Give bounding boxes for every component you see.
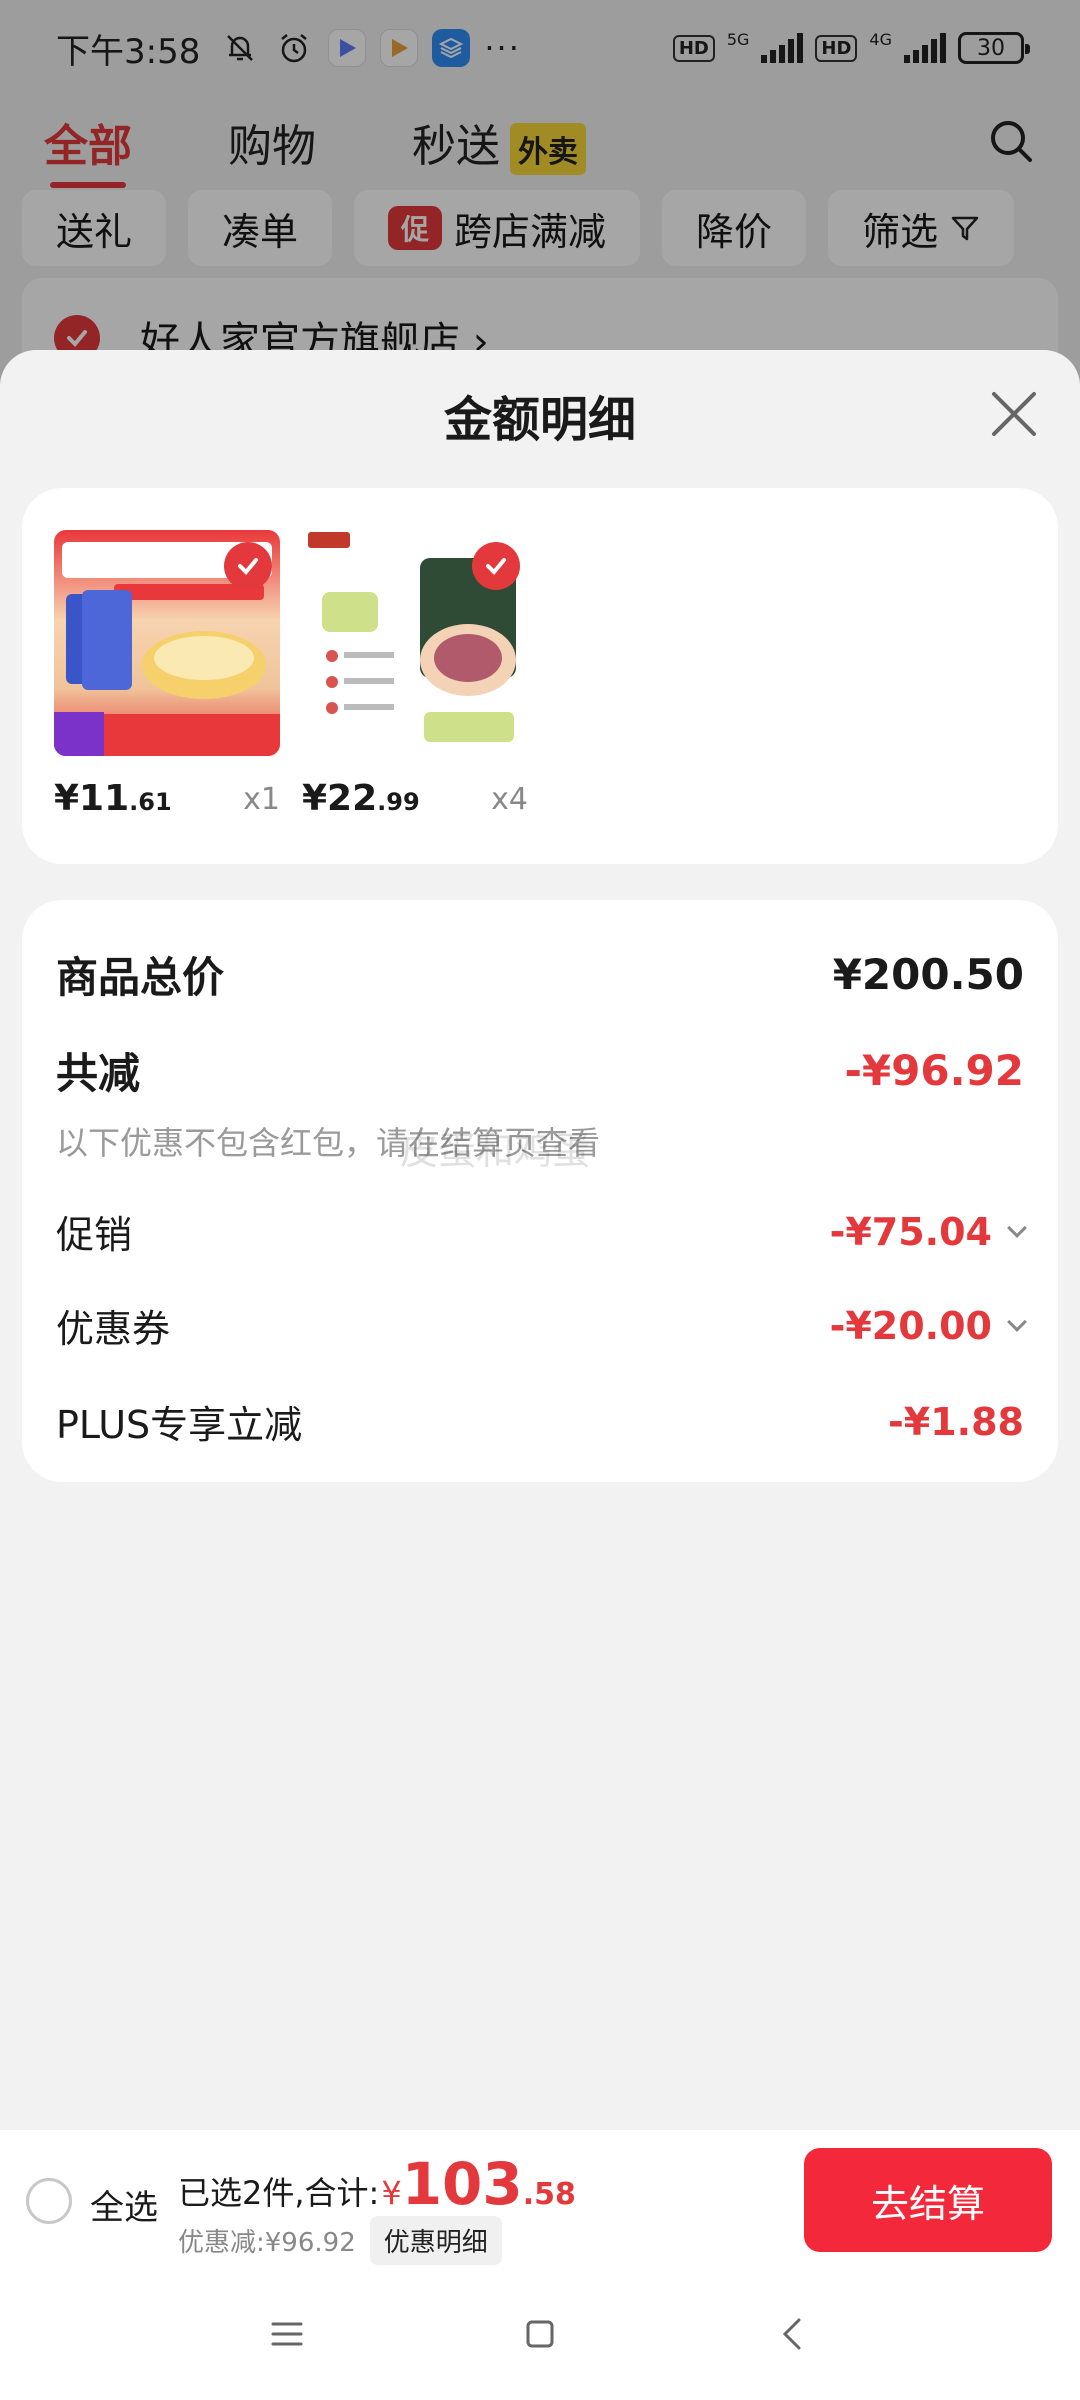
product-item[interactable]: ¥22.99 x4 — [302, 530, 528, 819]
total-currency: ¥ — [381, 2174, 402, 2212]
product-check-icon[interactable] — [472, 542, 520, 590]
sheet-title: 金额明细 — [443, 392, 636, 448]
total-reduce-value: -¥96.92 — [844, 1046, 1024, 1095]
selected-count-text: 已选2件,合计: — [178, 2174, 380, 2212]
discount-text: 优惠减:¥96.92 — [178, 2228, 356, 2258]
total-reduce-row: 共减 -¥96.92 — [56, 1040, 1024, 1101]
total-int: 103 — [401, 2150, 523, 2218]
select-all-label[interactable]: 全选 — [90, 2180, 158, 2229]
product-check-icon[interactable] — [224, 542, 272, 590]
discount-detail-button[interactable]: 优惠明细 — [369, 2216, 502, 2265]
product-price-int: ¥11 — [54, 778, 130, 819]
promotion-value[interactable]: -¥75.04 — [829, 1209, 1027, 1254]
watermark: 皮蛋和鸡蛋 — [400, 1129, 591, 1173]
price-summary-card: 商品总价 ¥200.50 共减 -¥96.92 以下优惠不包含红包，请在结算页查… — [22, 900, 1058, 1482]
total-line: 已选2件,合计: ¥ 103 .58 — [178, 2150, 576, 2218]
promotion-label: 促销 — [56, 1213, 133, 1257]
promotion-row[interactable]: 促销 -¥75.04 — [56, 1204, 1027, 1259]
goods-total-row: 商品总价 ¥200.50 — [56, 944, 1024, 1005]
plus-row: PLUS专享立减 -¥1.88 — [56, 1394, 1024, 1449]
plus-value: -¥1.88 — [888, 1399, 1024, 1444]
coupon-value[interactable]: -¥20.00 — [829, 1303, 1027, 1348]
goods-total-value: ¥200.50 — [832, 950, 1024, 999]
total-reduce-label: 共减 — [56, 1049, 141, 1098]
product-price: ¥22.99 — [302, 778, 420, 819]
product-card: ¥11.61 x1 ¥22.99 x4 — [22, 488, 1058, 864]
menu-icon[interactable] — [263, 2310, 311, 2358]
product-price: ¥11.61 — [54, 778, 172, 819]
close-icon[interactable] — [988, 388, 1040, 440]
promotion-value-text: -¥75.04 — [829, 1209, 992, 1254]
home-icon[interactable] — [516, 2310, 564, 2358]
product-item[interactable]: ¥11.61 x1 — [54, 530, 280, 819]
back-icon[interactable] — [769, 2310, 817, 2358]
coupon-label: 优惠券 — [56, 1307, 171, 1351]
product-image[interactable] — [302, 530, 528, 756]
product-price-dec: .61 — [129, 788, 172, 816]
checkout-bar: 全选 已选2件,合计: ¥ 103 .58 优惠减:¥96.92 优惠明细 去结… — [0, 2130, 1080, 2268]
product-price-int: ¥22 — [302, 778, 378, 819]
goods-total-label: 商品总价 — [56, 953, 225, 1002]
total-dec: .58 — [522, 2177, 576, 2212]
product-qty: x4 — [491, 782, 528, 817]
product-qty: x1 — [243, 782, 280, 817]
checkout-button[interactable]: 去结算 — [804, 2148, 1052, 2252]
plus-label: PLUS专享立减 — [56, 1403, 303, 1447]
chevron-down-icon[interactable] — [1007, 1217, 1027, 1238]
coupon-row[interactable]: 优惠券 -¥20.00 — [56, 1298, 1027, 1353]
system-nav-bar — [0, 2268, 1080, 2400]
discount-line: 优惠减:¥96.92 优惠明细 — [178, 2216, 502, 2265]
product-image[interactable] — [54, 530, 280, 756]
chevron-down-icon[interactable] — [1007, 1311, 1027, 1332]
product-price-dec: .99 — [377, 788, 420, 816]
select-all-radio[interactable] — [26, 2178, 72, 2224]
amount-detail-sheet: 金额明细 ¥11.61 x1 ¥22.99 x4 商品总价 ¥200.50 共减… — [0, 350, 1080, 2130]
coupon-value-text: -¥20.00 — [829, 1303, 992, 1348]
